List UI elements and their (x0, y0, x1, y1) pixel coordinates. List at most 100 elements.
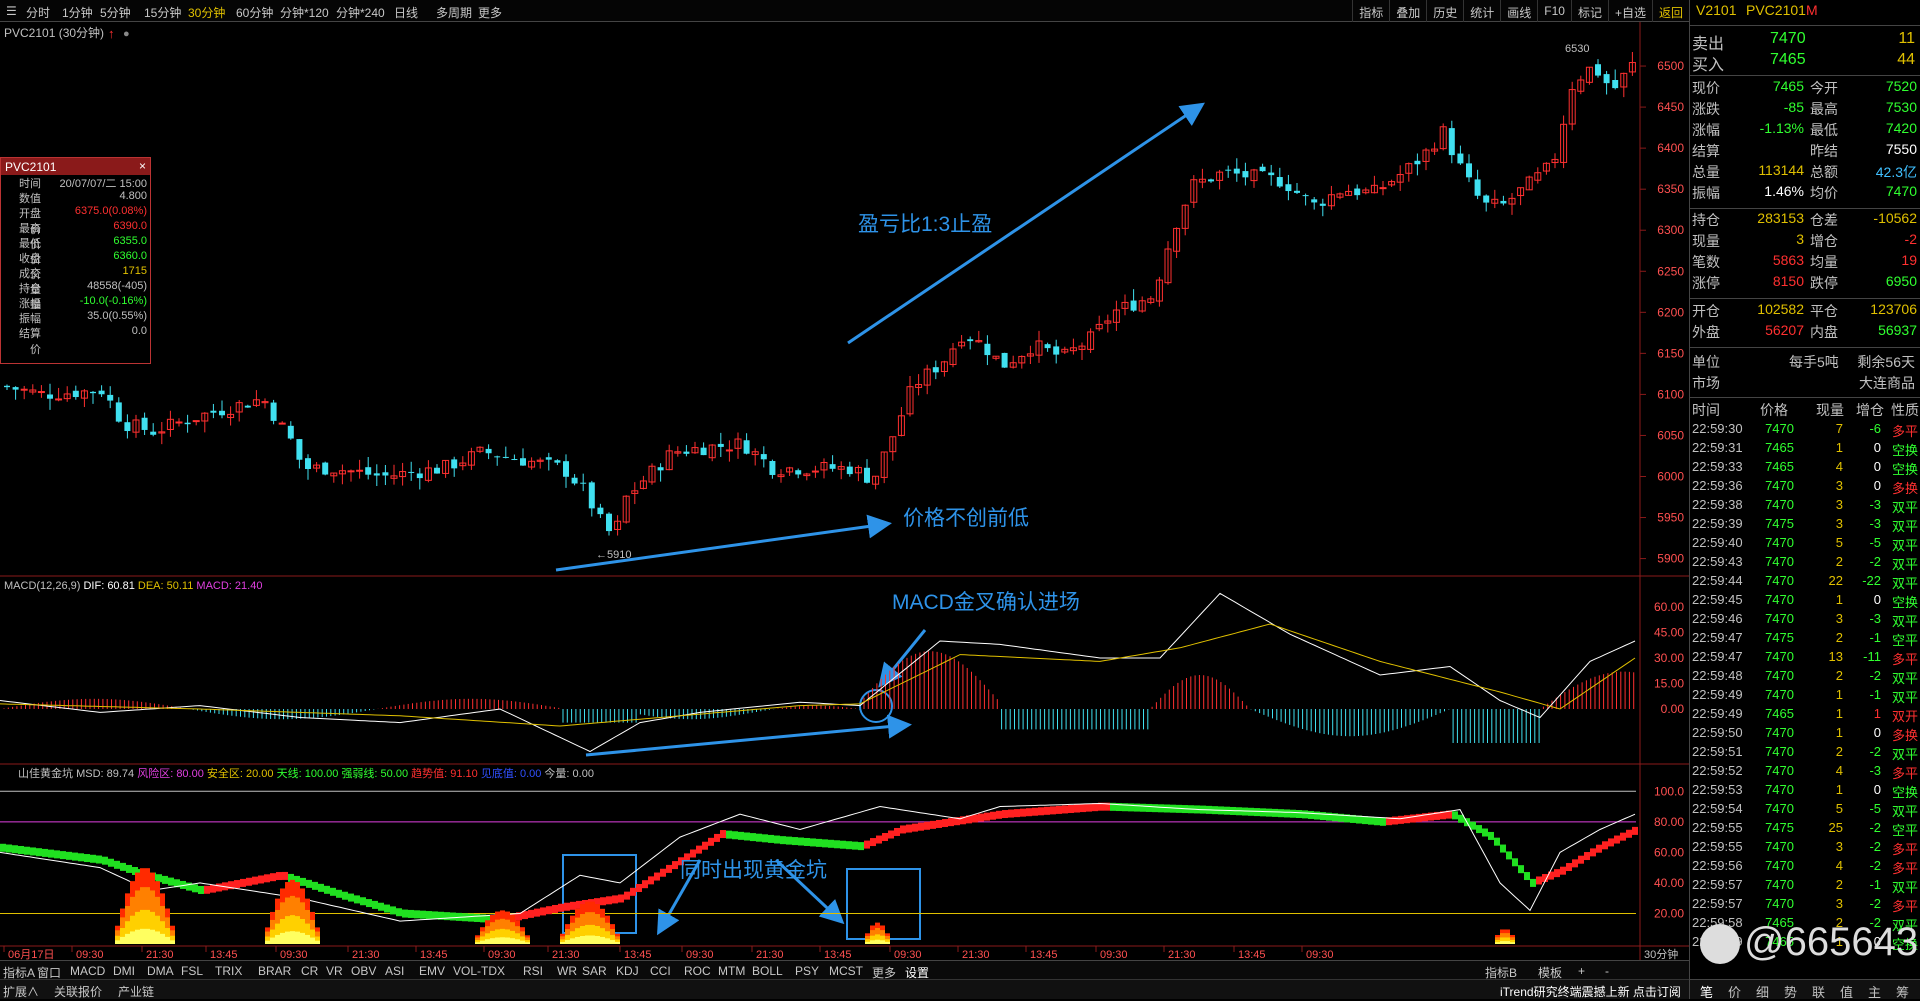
indicator-tab[interactable]: FSL (181, 964, 203, 978)
trend-step (192, 884, 198, 893)
indicator-tab[interactable]: VOL-TDX (453, 964, 505, 978)
settings-icon[interactable]: ● (123, 28, 130, 40)
quote-footer-tab[interactable]: 联 (1812, 982, 1825, 1001)
tick-time: 22:59:55 (1692, 820, 1743, 835)
trend-step (810, 838, 816, 847)
close-icon[interactable]: × (139, 159, 146, 173)
tick-volume: 2 (1835, 554, 1843, 569)
candle-body (37, 391, 45, 394)
bottom-bars: 指标A 窗口 MACD DMI DMA FSL TRIX BRAR CR VR OBV ASI EMV V… (0, 960, 1689, 999)
candle-body (597, 507, 604, 515)
indicator-tab[interactable]: BRAR (258, 964, 291, 978)
tick-time: 22:59:43 (1692, 554, 1743, 569)
indicator-tab[interactable]: VR (326, 964, 343, 978)
indicator-tab[interactable]: DMA (147, 964, 174, 978)
quote-key2: 平仓 (1810, 303, 1838, 319)
info-value: 6375.0(0.08%) (74, 205, 147, 217)
candle-body (769, 460, 776, 475)
trend-step (642, 880, 648, 889)
trend-step (300, 877, 306, 886)
candle-body (210, 410, 217, 413)
trend-step (918, 822, 924, 831)
tick-volume: 2 (1835, 668, 1843, 683)
macd-tick: 0.00 (1661, 702, 1685, 716)
macd-legend: MACD(12,26,9) DIF: 60.81 DEA: 50.11 MACD… (4, 580, 262, 592)
trend-step (1596, 844, 1602, 853)
status-text[interactable]: iTrend研究终端震撼上新 点击订阅 (1500, 983, 1681, 1000)
candle-body (270, 402, 277, 421)
tick-nature: 双平 (1891, 538, 1918, 553)
trend-step (696, 845, 702, 854)
bottom-tab[interactable]: 扩展∧ (3, 983, 39, 1000)
price-tick: 6000 (1657, 469, 1684, 483)
trend-step (624, 891, 630, 900)
indicator-tab[interactable]: EMV (419, 964, 445, 978)
quote-footer-tab[interactable]: 主 (1868, 982, 1881, 1001)
quote-footer-tab[interactable]: 值 (1840, 982, 1853, 1001)
indicator-tab[interactable]: MCST (829, 964, 863, 978)
bottom-tab[interactable]: 关联报价 (54, 983, 102, 1000)
trend-step (1572, 859, 1578, 868)
candle-body (322, 462, 329, 475)
indicator-tab[interactable]: TRIX (215, 964, 242, 978)
candle-body (1233, 168, 1240, 174)
indicator-tab[interactable]: DMI (113, 964, 135, 978)
candle-body (434, 467, 440, 474)
indicator-tab[interactable]: PSY (795, 964, 819, 978)
trend-step (102, 856, 108, 865)
buy-label: 买入 (1692, 57, 1725, 74)
quote-footer-tab[interactable]: 细 (1756, 982, 1769, 1001)
pit-bar (575, 936, 580, 944)
indicator-tab[interactable]: ASI (385, 964, 404, 978)
bottom-tab[interactable]: 产业链 (118, 983, 154, 1000)
tick-row: 22:59:44 7470 22 -22 双平 (1690, 573, 1920, 594)
pit-bar (265, 940, 270, 944)
indicator-tab[interactable]: RSI (523, 964, 543, 978)
tick-oi: -2 (1869, 554, 1881, 569)
trend-step (18, 845, 24, 854)
tick-price: 7470 (1765, 877, 1794, 892)
tick-oi: 0 (1873, 725, 1881, 740)
indicator-tab[interactable]: OBV (351, 964, 376, 978)
candle-body (347, 470, 355, 473)
candle-body (115, 402, 122, 422)
tick-oi: 0 (1873, 592, 1881, 607)
quote-footer-tab[interactable]: 价 (1728, 982, 1741, 1001)
trend-step (570, 901, 576, 910)
indicator-tab[interactable]: BOLL (752, 964, 783, 978)
indicator-tab[interactable]: KDJ (616, 964, 639, 978)
trend-step (786, 836, 792, 845)
tick-volume: 3 (1835, 611, 1843, 626)
trend-step (1086, 803, 1092, 812)
indicator-tab[interactable]: - (1605, 964, 1609, 978)
trend-step (1284, 809, 1290, 818)
indicator-tab[interactable]: WR (557, 964, 577, 978)
quote-footer-tab[interactable]: 筹 (1896, 982, 1909, 1001)
trend-step (1518, 865, 1524, 874)
indicator-tab[interactable]: SAR (582, 964, 607, 978)
trend-step (1452, 811, 1458, 820)
tick-time: 22:59:44 (1692, 573, 1743, 588)
indicator-tab[interactable]: ROC (684, 964, 711, 978)
chart-area[interactable]: PVC2101 (30分钟) ↑ ● 6500 6450 6400 6350 6300 6250… (0, 0, 1689, 999)
trend-step (552, 904, 558, 913)
indicator-tab[interactable]: MACD (70, 964, 105, 978)
indicator-tab[interactable]: CCI (650, 964, 671, 978)
tick-nature: 空平 (1891, 633, 1918, 648)
candle-body (365, 467, 372, 475)
indicator-tab[interactable]: MTM (718, 964, 745, 978)
price-tick: 6200 (1657, 305, 1684, 319)
info-row: 最高价 6390.0 (1, 220, 150, 251)
candle-body (743, 440, 750, 454)
indicator-tab[interactable]: CR (301, 964, 318, 978)
indicator-tab[interactable]: + (1578, 964, 1585, 978)
tick-volume: 22 (1828, 573, 1843, 588)
trend-step (36, 848, 42, 857)
quote-key: 涨跌 (1692, 101, 1720, 117)
trend-step (546, 906, 552, 915)
tick-price: 7470 (1765, 554, 1794, 569)
quote-footer-tab[interactable]: 笔 (1700, 982, 1713, 1001)
pit-bar (295, 931, 300, 944)
tick-oi: -6 (1869, 421, 1881, 436)
quote-footer-tab[interactable]: 势 (1784, 982, 1797, 1001)
